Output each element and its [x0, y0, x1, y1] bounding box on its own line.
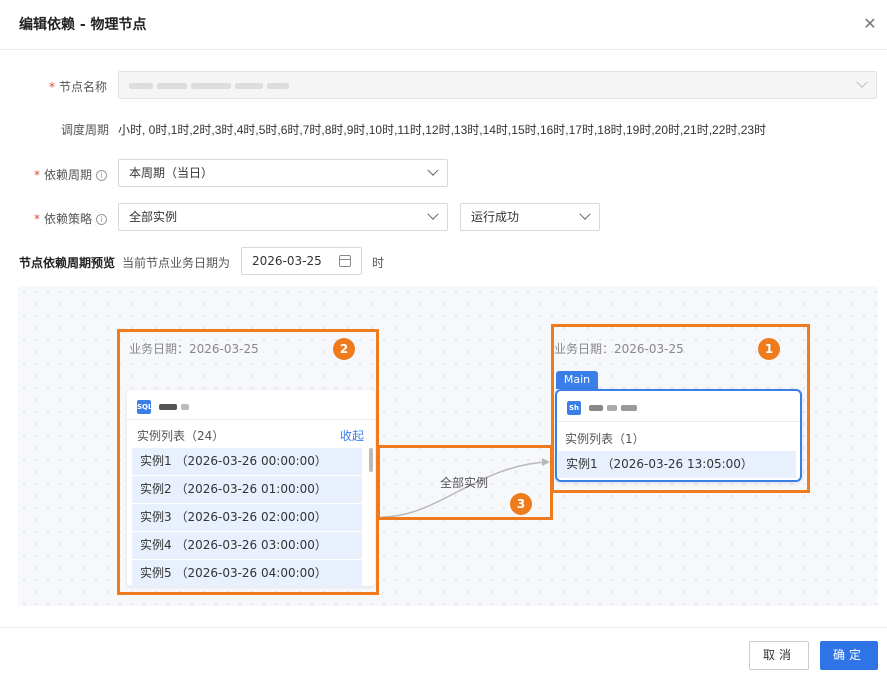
footer-divider [0, 627, 887, 628]
chevron-down-icon [427, 164, 439, 176]
close-icon[interactable]: ✕ [860, 14, 880, 34]
dialog-header: 编辑依赖 - 物理节点 ✕ [0, 0, 887, 50]
dependency-strategy-label: * 依赖策略 i [34, 210, 108, 227]
biz-date-picker[interactable]: 2026-03-25 [241, 247, 362, 275]
schedule-period-label: 调度周期 [61, 123, 110, 137]
badge-1: 1 [758, 338, 780, 360]
time-suffix: 时 [372, 256, 385, 270]
preview-subtitle: 当前节点业务日期为 [122, 256, 231, 270]
run-status-select[interactable]: 运行成功 [460, 203, 600, 231]
calendar-icon [339, 255, 351, 267]
node-name-label: * 节点名称 [49, 80, 108, 94]
schedule-period-value: 小时, 0时,1时,2时,3时,4时,5时,6时,7时,8时,9时,10时,11… [118, 123, 767, 137]
chevron-down-icon [427, 208, 439, 220]
ok-button[interactable]: 确定 [820, 641, 878, 670]
cancel-button[interactable]: 取消 [749, 641, 809, 670]
dependency-period-label: * 依赖周期 i [34, 166, 108, 183]
badge-2: 2 [333, 338, 355, 360]
preview-title: 节点依赖周期预览 [19, 256, 116, 270]
info-icon[interactable]: i [96, 170, 108, 181]
dependency-period-value: 本周期（当日） [129, 166, 214, 180]
chevron-down-icon [579, 208, 591, 220]
badge-3: 3 [510, 493, 532, 515]
dialog-title: 编辑依赖 - 物理节点 [19, 17, 147, 33]
node-name-select[interactable] [118, 71, 877, 99]
chevron-down-icon [856, 76, 868, 88]
biz-date-value: 2026-03-25 [252, 254, 322, 268]
upstream-highlight [117, 329, 379, 595]
dependency-period-select[interactable]: 本周期（当日） [118, 159, 448, 187]
info-icon[interactable]: i [96, 214, 108, 225]
run-status-value: 运行成功 [471, 210, 520, 224]
dependency-strategy-select[interactable]: 全部实例 [118, 203, 448, 231]
dependency-strategy-value: 全部实例 [129, 210, 178, 224]
